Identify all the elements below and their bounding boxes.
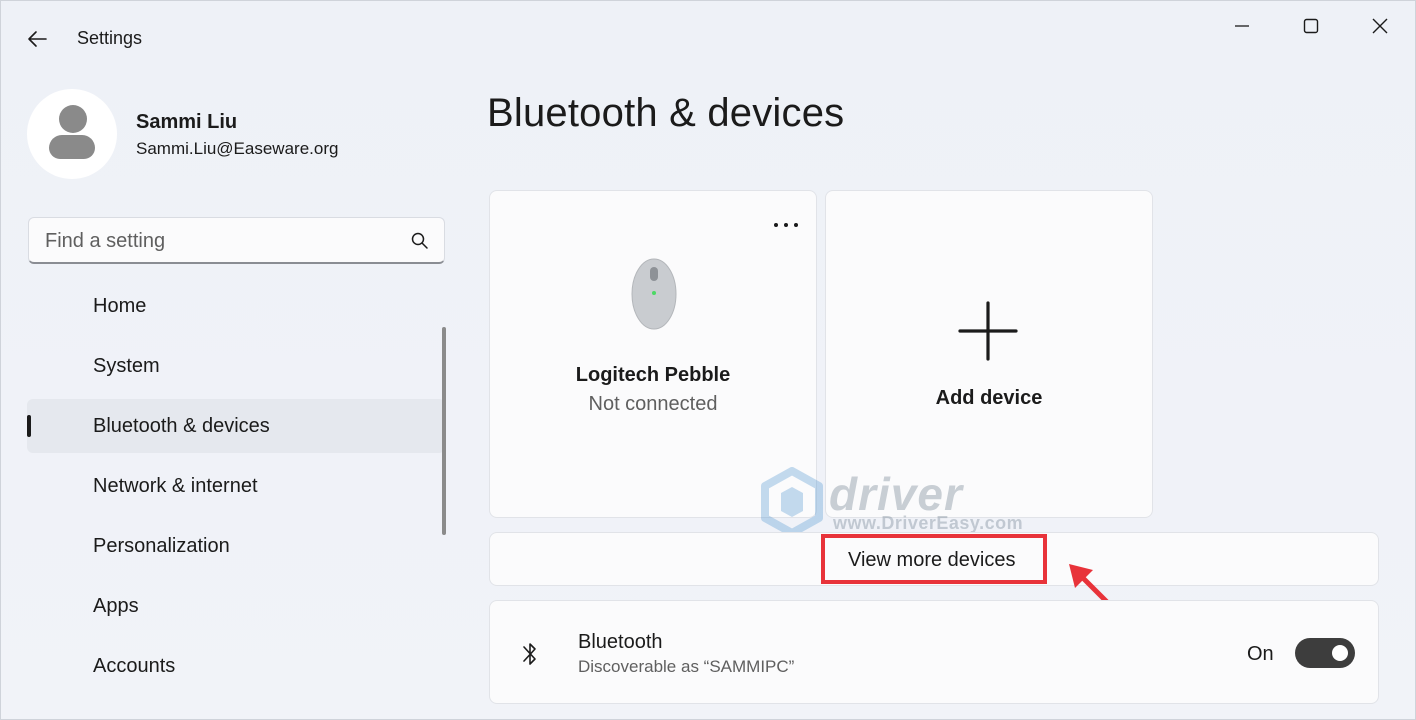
- close-button[interactable]: [1357, 11, 1403, 41]
- minimize-button[interactable]: [1219, 11, 1265, 41]
- user-email: Sammi.Liu@Easeware.org: [136, 139, 339, 158]
- bluetooth-toggle[interactable]: [1295, 638, 1355, 668]
- back-button[interactable]: [21, 23, 53, 55]
- view-more-devices-label: View more devices: [848, 549, 1016, 571]
- sidebar-item-bluetooth-devices[interactable]: Bluetooth & devices: [27, 399, 445, 453]
- watermark: driver easy www.DriverEasy.com: [759, 467, 1069, 574]
- bluetooth-subtitle: Discoverable as “SAMMIPC”: [578, 657, 795, 676]
- sidebar-item-apps[interactable]: Apps: [27, 579, 445, 633]
- bluetooth-icon: [523, 643, 536, 665]
- more-dot-icon: [794, 223, 798, 227]
- sidebar-item-label: Network & internet: [93, 475, 258, 497]
- bluetooth-title: Bluetooth: [578, 631, 663, 653]
- mouse-icon: [631, 258, 677, 330]
- search-placeholder: Find a setting: [45, 230, 166, 252]
- toggle-knob: [1332, 645, 1348, 661]
- sidebar-item-label: Bluetooth & devices: [93, 415, 270, 437]
- avatar: [27, 89, 117, 179]
- sidebar-scrollbar[interactable]: [442, 327, 446, 535]
- bluetooth-state-label: On: [1247, 643, 1274, 665]
- sidebar-item-label: Accounts: [93, 655, 176, 677]
- view-more-devices-button[interactable]: View more devices: [489, 532, 1379, 586]
- add-device-label: Add device: [935, 387, 1043, 409]
- sidebar-item-personalization[interactable]: Personalization: [27, 519, 445, 573]
- more-dot-icon: [774, 223, 778, 227]
- sidebar-item-label: Apps: [93, 595, 139, 617]
- plus-icon: [958, 301, 1018, 361]
- bluetooth-setting-card: Bluetooth Discoverable as “SAMMIPC” On: [489, 600, 1379, 704]
- selection-indicator: [27, 415, 31, 437]
- sidebar-item-system[interactable]: System: [27, 339, 445, 393]
- sidebar-item-home[interactable]: Home: [27, 279, 445, 333]
- more-dot-icon: [784, 223, 788, 227]
- page-title: Bluetooth & devices: [487, 91, 845, 135]
- maximize-button[interactable]: [1288, 11, 1334, 41]
- more-options-button[interactable]: [774, 217, 798, 233]
- user-profile[interactable]: Sammi Liu Sammi.Liu@Easeware.org: [27, 89, 447, 181]
- device-name: Logitech Pebble: [575, 364, 731, 386]
- watermark-url: www.DriverEasy.com: [833, 513, 1024, 533]
- sidebar-item-accounts[interactable]: Accounts: [27, 639, 445, 693]
- search-input[interactable]: Find a setting: [28, 217, 445, 264]
- minimize-icon: [1235, 25, 1249, 27]
- device-status: Not connected: [588, 393, 718, 415]
- sidebar-item-label: Home: [93, 295, 147, 317]
- sidebar-item-label: System: [93, 355, 160, 377]
- driver-easy-logo-icon: [761, 467, 823, 537]
- back-arrow-icon: [28, 31, 47, 47]
- sidebar-nav: Home System Bluetooth & devices Network …: [27, 279, 445, 699]
- sidebar-item-label: Personalization: [93, 535, 230, 557]
- search-icon: [411, 232, 428, 249]
- close-icon: [1372, 18, 1388, 34]
- avatar-body-icon: [49, 135, 95, 159]
- settings-window: Settings Sammi Liu Sammi.Liu@Easeware.or…: [0, 0, 1416, 720]
- maximize-icon: [1303, 18, 1319, 34]
- title-bar: Settings: [1, 1, 1415, 77]
- user-name: Sammi Liu: [136, 111, 238, 133]
- sidebar-item-network-internet[interactable]: Network & internet: [27, 459, 445, 513]
- avatar-head-icon: [59, 105, 87, 133]
- app-title: Settings: [77, 28, 143, 48]
